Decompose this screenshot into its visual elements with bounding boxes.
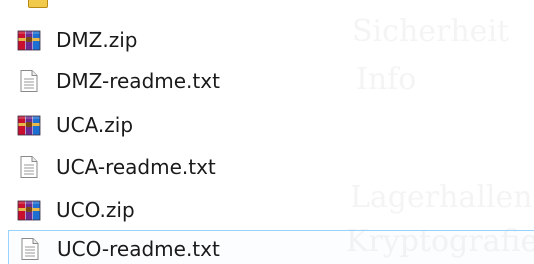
file-item[interactable]: UCA.zip [8, 107, 534, 143]
text-file-icon [18, 237, 42, 261]
file-name: UCO.zip [56, 198, 135, 222]
file-name: UCO-readme.txt [57, 237, 220, 261]
file-item[interactable]: UCO.zip [8, 192, 534, 228]
file-name: DMZ.zip [56, 28, 138, 52]
file-name: UCA.zip [56, 113, 134, 137]
winrar-archive-icon [17, 113, 41, 137]
file-name: UCA-readme.txt [56, 155, 216, 179]
partially-visible-file-row[interactable] [0, 0, 534, 10]
winrar-archive-icon [17, 28, 41, 52]
file-item[interactable]: DMZ.zip [8, 22, 534, 58]
text-file-icon [17, 69, 41, 93]
file-item[interactable]: DMZ-readme.txt [8, 63, 534, 99]
file-list-view: Sicherheit Info Lagerhallen Kryptografie… [0, 0, 534, 264]
winrar-archive-icon [17, 198, 41, 222]
file-name: DMZ-readme.txt [56, 69, 220, 93]
file-item[interactable]: UCO-readme.txt [8, 230, 534, 264]
text-file-icon [17, 155, 41, 179]
file-item[interactable]: UCA-readme.txt [8, 149, 534, 185]
folder-icon [28, 0, 48, 8]
